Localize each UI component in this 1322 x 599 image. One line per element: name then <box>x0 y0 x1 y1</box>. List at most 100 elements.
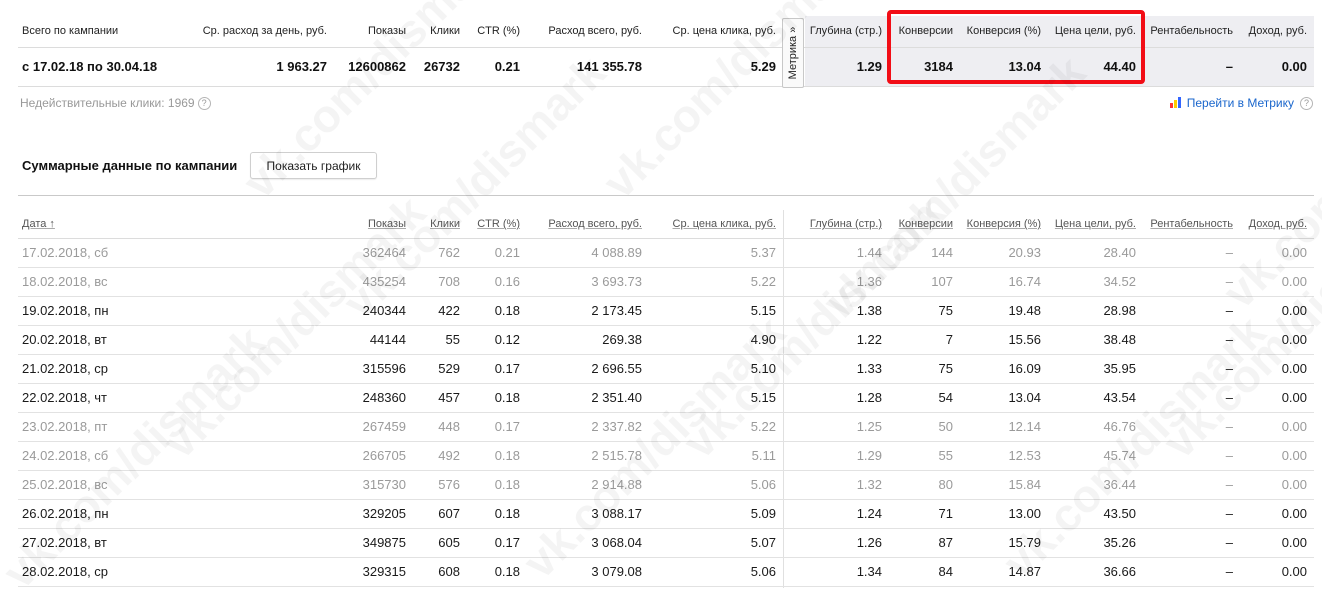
cell-date: 19.02.2018, пн <box>22 303 109 318</box>
cell-conversion-rate: 15.56 <box>1008 332 1041 347</box>
sort-header-impressions[interactable]: Показы <box>368 210 406 238</box>
cell-depth: 1.33 <box>856 361 882 376</box>
sort-header-profitability[interactable]: Рентабельность <box>1150 210 1233 238</box>
cell-ctr: 0.18 <box>494 506 520 521</box>
help-icon[interactable]: ? <box>197 97 211 110</box>
cell-revenue: 0.00 <box>1281 477 1307 492</box>
cell-revenue: 0.00 <box>1281 245 1307 260</box>
sort-header-clicks[interactable]: Клики <box>430 210 460 238</box>
cell-impressions: 44144 <box>369 332 406 347</box>
cell-profitability: – <box>1225 390 1233 405</box>
cell-avg-cpc: 5.06 <box>750 564 776 579</box>
sort-header-conversion-rate[interactable]: Конверсия (%) <box>967 210 1041 238</box>
cell-clicks: 55 <box>445 332 460 347</box>
cell-conversions: 75 <box>938 361 953 376</box>
summary-header-depth: Глубина (стр.) <box>809 25 882 37</box>
cell-revenue: 0.00 <box>1281 564 1307 579</box>
cell-impressions: 329205 <box>362 506 406 521</box>
cell-date: 22.02.2018, чт <box>22 390 108 405</box>
sort-header-date[interactable]: Дата ↑ <box>22 210 55 238</box>
summary-header-revenue: Доход, руб. <box>1248 25 1307 37</box>
metrika-link[interactable]: Перейти в Метрику <box>1187 96 1294 110</box>
cell-date: 24.02.2018, сб <box>22 448 109 463</box>
summary-avg-daily-spend: 1 963.27 <box>276 59 327 74</box>
cell-goal-cost: 34.52 <box>1103 274 1136 289</box>
cell-goal-cost: 28.40 <box>1103 245 1136 260</box>
cell-avg-cpc: 5.22 <box>750 274 776 289</box>
cell-revenue: 0.00 <box>1281 303 1307 318</box>
cell-conversion-rate: 12.14 <box>1008 419 1041 434</box>
table-row: 28.02.2018, ср 329315 608 0.18 3 079.08 5.06 1… <box>18 557 1314 587</box>
table-row: 18.02.2018, вс 435254 708 0.16 3 693.73 5.22 1… <box>18 267 1314 297</box>
cell-total-spend: 2 696.55 <box>591 361 642 376</box>
cell-profitability: – <box>1225 303 1233 318</box>
cell-profitability: – <box>1225 535 1233 550</box>
cell-conversions: 84 <box>938 564 953 579</box>
cell-total-spend: 3 693.73 <box>591 274 642 289</box>
cell-impressions: 349875 <box>362 535 406 550</box>
sort-header-avg-cpc[interactable]: Ср. цена клика, руб. <box>673 210 776 238</box>
cell-conversion-rate: 19.48 <box>1008 303 1041 318</box>
cell-revenue: 0.00 <box>1281 506 1307 521</box>
cell-clicks: 422 <box>438 303 460 318</box>
cell-depth: 1.22 <box>856 332 882 347</box>
cell-total-spend: 3 068.04 <box>591 535 642 550</box>
table-row: 19.02.2018, пн 240344 422 0.18 2 173.45 5.15 1… <box>18 296 1314 326</box>
summary-avg-cpc: 5.29 <box>750 59 776 74</box>
summary-depth: 1.29 <box>856 59 882 74</box>
cell-conversion-rate: 16.74 <box>1008 274 1041 289</box>
sort-header-depth[interactable]: Глубина (стр.) <box>810 210 882 238</box>
sort-header-revenue[interactable]: Доход, руб. <box>1249 210 1307 238</box>
table-row: 23.02.2018, пт 267459 448 0.17 2 337.82 5.22 1… <box>18 412 1314 442</box>
metrika-toggle-tab[interactable]: Метрика » <box>782 18 804 88</box>
cell-avg-cpc: 5.15 <box>750 390 776 405</box>
section-divider <box>18 195 1314 196</box>
cell-revenue: 0.00 <box>1281 361 1307 376</box>
cell-impressions: 267459 <box>362 419 406 434</box>
cell-total-spend: 2 914.88 <box>591 477 642 492</box>
cell-ctr: 0.12 <box>494 332 520 347</box>
help-icon[interactable]: ? <box>1300 97 1313 110</box>
cell-profitability: – <box>1225 245 1233 260</box>
cell-ctr: 0.18 <box>494 390 520 405</box>
cell-goal-cost: 35.95 <box>1103 361 1136 376</box>
summary-revenue: 0.00 <box>1281 59 1307 74</box>
cell-ctr: 0.17 <box>494 535 520 550</box>
cell-total-spend: 269.38 <box>602 332 642 347</box>
cell-depth: 1.36 <box>856 274 882 289</box>
cell-profitability: – <box>1225 419 1233 434</box>
sort-header-conversions[interactable]: Конверсии <box>899 210 953 238</box>
cell-goal-cost: 36.44 <box>1103 477 1136 492</box>
cell-total-spend: 2 515.78 <box>591 448 642 463</box>
cell-conversions: 107 <box>931 274 953 289</box>
cell-date: 20.02.2018, вт <box>22 332 107 347</box>
sort-header-total-spend[interactable]: Расход всего, руб. <box>548 210 642 238</box>
cell-revenue: 0.00 <box>1281 448 1307 463</box>
cell-clicks: 448 <box>438 419 460 434</box>
cell-date: 21.02.2018, ср <box>22 361 109 376</box>
table-row: 24.02.2018, сб 266705 492 0.18 2 515.78 5.11 1… <box>18 441 1314 471</box>
table-row: 20.02.2018, вт 44144 55 0.12 269.38 4.90 1.22 7… <box>18 325 1314 355</box>
cell-avg-cpc: 5.11 <box>751 448 776 463</box>
cell-total-spend: 3 088.17 <box>591 506 642 521</box>
detail-table-header: Дата ↑ Показы Клики CTR (%) Расход всего… <box>18 210 1314 239</box>
summary-header-avg-cpc: Ср. цена клика, руб. <box>672 25 776 37</box>
cell-impressions: 248360 <box>362 390 406 405</box>
cell-ctr: 0.16 <box>494 274 520 289</box>
cell-depth: 1.44 <box>856 245 882 260</box>
cell-date: 25.02.2018, вс <box>22 477 108 492</box>
sort-header-goal-cost[interactable]: Цена цели, руб. <box>1055 210 1136 238</box>
show-chart-button[interactable]: Показать график <box>250 152 377 179</box>
summary-clicks: 26732 <box>423 59 460 74</box>
cell-impressions: 329315 <box>362 564 406 579</box>
cell-conversion-rate: 13.04 <box>1008 390 1041 405</box>
cell-conversions: 80 <box>938 477 953 492</box>
cell-depth: 1.24 <box>856 506 882 521</box>
cell-profitability: – <box>1225 506 1233 521</box>
cell-avg-cpc: 5.22 <box>750 419 776 434</box>
cell-goal-cost: 38.48 <box>1103 332 1136 347</box>
cell-profitability: – <box>1225 332 1233 347</box>
sort-header-ctr[interactable]: CTR (%) <box>477 210 520 238</box>
summary-header-clicks: Клики <box>430 25 460 37</box>
cell-goal-cost: 43.50 <box>1103 506 1136 521</box>
